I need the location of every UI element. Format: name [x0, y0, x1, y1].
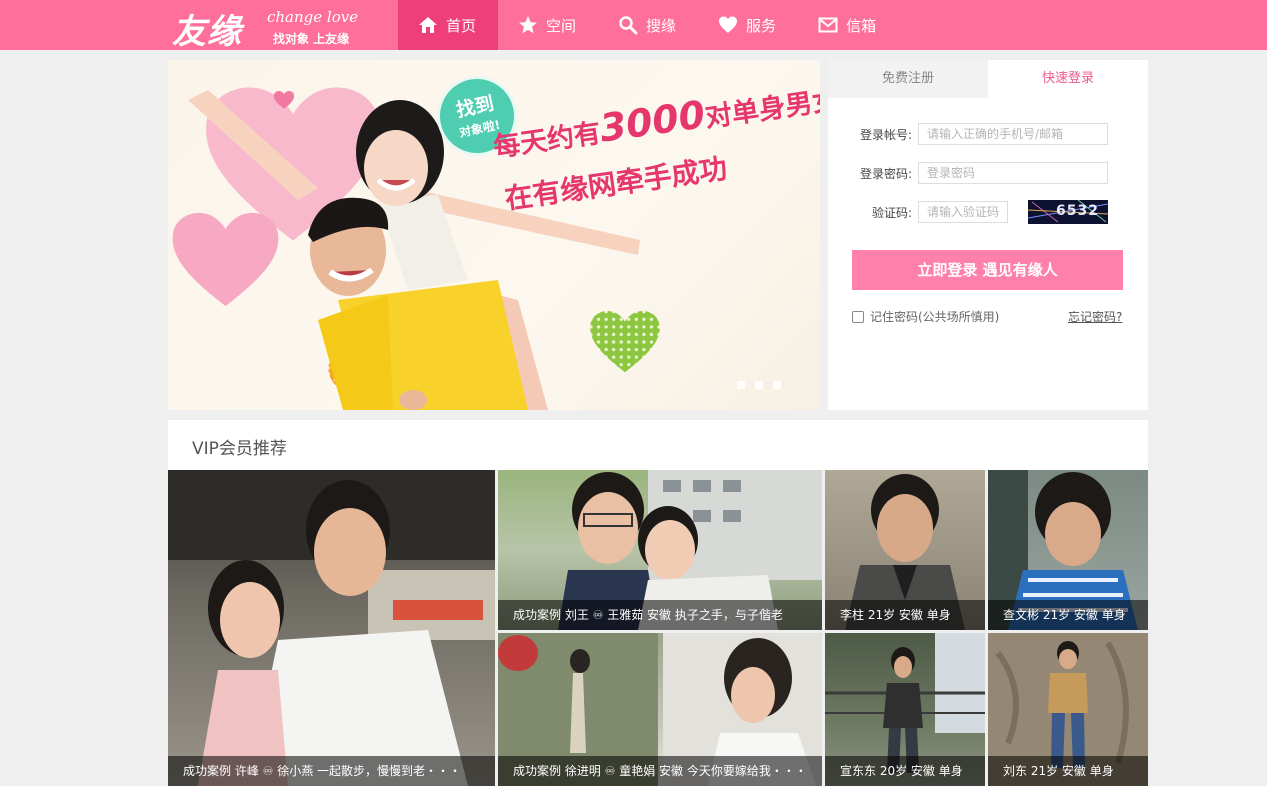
heart-icon	[719, 16, 738, 33]
captcha-label: 验证码:	[871, 206, 912, 220]
main-nav: 首页 空间 搜缘 服务 信箱	[398, 0, 898, 50]
captcha-text: 6532	[1056, 203, 1099, 219]
remember-checkbox[interactable]	[852, 310, 864, 323]
top-nav-bar: 友缘 change love 找对象 上友缘 首页 空间 搜缘 服务 信箱	[0, 0, 1267, 52]
logo[interactable]: 友缘 change love 找对象 上友缘	[170, 2, 380, 52]
logo-tagline: 找对象 上友缘	[273, 32, 350, 46]
vip-section-title: VIP会员推荐	[192, 439, 287, 459]
tab-register[interactable]: 免费注册	[828, 60, 988, 98]
vip-card[interactable]: 成功案例 徐进明 ♾ 童艳娟 安徽 今天你要嫁给我・・・	[498, 633, 822, 786]
login-panel: 免费注册 快速登录 登录帐号: 登录密码: 验证码: 6532 立即登录 遇见有…	[828, 60, 1148, 410]
captcha-image[interactable]: 6532	[1028, 200, 1108, 224]
account-row: 登录帐号:	[828, 123, 1148, 147]
nav-item-mailbox[interactable]: 信箱	[798, 0, 898, 50]
password-input[interactable]	[918, 162, 1108, 184]
captcha-input[interactable]	[918, 201, 1008, 223]
nav-item-label: 空间	[546, 16, 577, 35]
home-icon	[419, 17, 437, 33]
carousel-dots	[737, 381, 781, 389]
vip-card[interactable]: 成功案例 刘王 ♾ 王雅茹 安徽 执子之手，与子偕老	[498, 470, 822, 630]
vip-section-header: VIP会员推荐	[168, 420, 1148, 470]
vip-card-caption: 宣东东 20岁 安徽 单身	[825, 756, 985, 786]
remember-password[interactable]: 记住密码(公共场所慎用)	[852, 308, 999, 325]
carousel-dot-1[interactable]	[737, 381, 745, 389]
carousel-dot-3[interactable]	[773, 381, 781, 389]
password-row: 登录密码:	[828, 162, 1148, 186]
vip-card-caption: 成功案例 徐进明 ♾ 童艳娟 安徽 今天你要嫁给我・・・	[498, 756, 822, 786]
password-label: 登录密码:	[859, 167, 912, 181]
vip-card-caption: 成功案例 许峰 ♾ 徐小燕 一起散步，慢慢到老・・・	[168, 756, 495, 786]
vip-card-caption: 李柱 21岁 安徽 单身	[825, 600, 985, 630]
nav-item-search[interactable]: 搜缘	[598, 0, 698, 50]
remember-label: 记住密码(公共场所慎用)	[870, 310, 1000, 324]
vip-card[interactable]: 宣东东 20岁 安徽 单身	[825, 633, 985, 786]
nav-item-label: 服务	[746, 16, 777, 35]
hero-banner[interactable]: 找到 对象啦! 每天约有3000对单身男女 在有缘网牵手成功	[168, 60, 820, 410]
account-label: 登录帐号:	[859, 128, 912, 142]
nav-item-label: 首页	[446, 16, 477, 35]
search-icon	[619, 16, 638, 35]
forgot-password-link[interactable]: 忘记密码?	[1068, 308, 1122, 325]
logo-cn: 友缘	[172, 12, 242, 52]
carousel-dot-2[interactable]	[755, 381, 763, 389]
account-input[interactable]	[918, 123, 1108, 145]
vip-card[interactable]: 李柱 21岁 安徽 单身	[825, 470, 985, 630]
vip-card-caption: 刘东 21岁 安徽 单身	[988, 756, 1148, 786]
vip-card[interactable]: 成功案例 许峰 ♾ 徐小燕 一起散步，慢慢到老・・・	[168, 470, 495, 786]
mail-icon	[818, 17, 838, 33]
nav-item-home[interactable]: 首页	[398, 0, 499, 50]
logo-en: change love	[267, 8, 359, 26]
vip-card[interactable]: 查文彬 21岁 安徽 单身	[988, 470, 1148, 630]
login-button[interactable]: 立即登录 遇见有缘人	[852, 250, 1123, 290]
nav-item-label: 信箱	[846, 16, 877, 35]
login-tabs: 免费注册 快速登录	[828, 60, 1148, 98]
vip-card-caption: 查文彬 21岁 安徽 单身	[988, 600, 1148, 630]
nav-item-space[interactable]: 空间	[498, 0, 598, 50]
slogan-suffix: 对单身男女	[703, 84, 820, 134]
member-photo	[168, 470, 495, 786]
vip-card-caption: 成功案例 刘王 ♾ 王雅茹 安徽 执子之手，与子偕老	[498, 600, 822, 630]
nav-item-label: 搜缘	[646, 16, 677, 35]
nav-item-service[interactable]: 服务	[698, 0, 798, 50]
star-icon	[519, 16, 538, 34]
vip-card[interactable]: 刘东 21岁 安徽 单身	[988, 633, 1148, 786]
tab-quick-login[interactable]: 快速登录	[988, 60, 1148, 98]
